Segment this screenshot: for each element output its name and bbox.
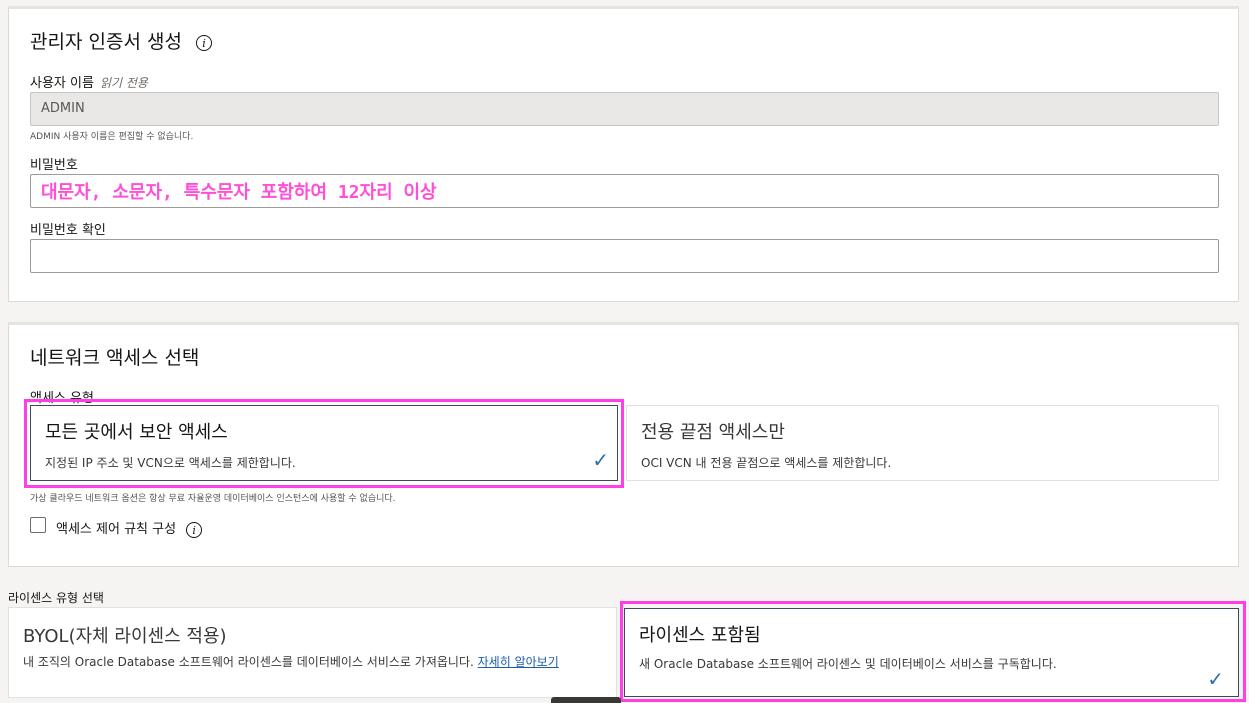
admin-credentials-panel: 관리자 인증서 생성 i 사용자 이름 읽기 전용 ADMIN ADMIN 사용자…	[8, 6, 1239, 302]
learn-more-link[interactable]: 자세히 알아보기	[478, 655, 559, 669]
password-label: 비밀번호	[30, 158, 78, 173]
network-section-title: 네트워크 액세스 선택	[30, 347, 200, 369]
acl-checkbox[interactable]	[30, 517, 46, 533]
option2-title: 전용 끝점 액세스만	[641, 422, 785, 443]
option2-desc: OCI VCN 내 전용 끝점으로 액세스를 제한합니다.	[641, 456, 892, 470]
license-section-label: 라이센스 유형 선택	[8, 591, 104, 605]
byol-desc-text: 내 조직의 Oracle Database 소프트웨어 라이센스를 데이터베이스…	[23, 655, 474, 669]
acl-label-text: 액세스 제어 규칙 구성	[56, 522, 177, 537]
admin-section-title: 관리자 인증서 생성 i	[30, 27, 212, 54]
network-hint: 가상 클라우드 네트워크 옵션은 항상 무료 자율운영 데이터베이스 인스턴스에…	[30, 494, 396, 504]
highlight-box-network	[24, 399, 624, 488]
tooltip-fragment	[551, 697, 621, 703]
password-input[interactable]: 대문자, 소문자, 특수문자 포함하여 12자리 이상	[30, 174, 1219, 208]
acl-label: 액세스 제어 규칙 구성 i	[56, 518, 203, 538]
highlight-box-license	[620, 601, 1246, 702]
confirm-password-input[interactable]	[30, 239, 1219, 273]
username-input: ADMIN	[30, 92, 1219, 126]
byol-desc: 내 조직의 Oracle Database 소프트웨어 라이센스를 데이터베이스…	[23, 654, 593, 670]
username-label-text: 사용자 이름	[30, 76, 94, 91]
admin-title-text: 관리자 인증서 생성	[30, 31, 182, 53]
byol-title: BYOL(자체 라이센스 적용)	[23, 626, 227, 647]
option-byol[interactable]: BYOL(자체 라이센스 적용) 내 조직의 Oracle Database 소…	[8, 607, 617, 698]
confirm-password-label: 비밀번호 확인	[30, 223, 106, 238]
readonly-tag: 읽기 전용	[99, 76, 148, 90]
username-hint: ADMIN 사용자 이름은 편집할 수 없습니다.	[30, 132, 194, 142]
username-label: 사용자 이름 읽기 전용	[30, 72, 148, 91]
info-icon[interactable]: i	[186, 521, 203, 538]
option-private-endpoint[interactable]: 전용 끝점 액세스만 OCI VCN 내 전용 끝점으로 액세스를 제한합니다.	[626, 405, 1219, 481]
info-icon[interactable]: i	[195, 34, 212, 51]
password-annotation: 대문자, 소문자, 특수문자 포함하여 12자리 이상	[41, 182, 437, 203]
